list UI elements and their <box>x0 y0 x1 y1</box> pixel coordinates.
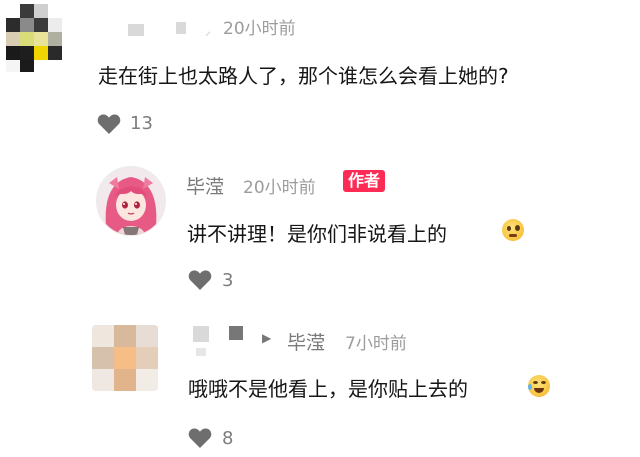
username-placeholder <box>196 348 206 356</box>
blurred-avatar-icon <box>92 325 158 391</box>
anime-girl-avatar-icon <box>97 167 165 235</box>
username-placeholder[interactable] <box>128 24 144 36</box>
author-avatar[interactable] <box>96 166 166 236</box>
woozy-face-icon <box>502 219 524 241</box>
username-placeholder[interactable] <box>229 326 243 340</box>
replier-avatar[interactable] <box>92 325 158 391</box>
reply-to-name[interactable]: 毕滢 <box>287 328 325 355</box>
comment-time: 7小时前 <box>345 334 407 354</box>
author-badge: 作者 <box>343 170 386 192</box>
username-placeholder[interactable] <box>193 326 209 342</box>
like-count: 13 <box>130 113 153 134</box>
laughing-face-icon <box>528 375 550 397</box>
comment-time: 20小时前 <box>223 19 296 39</box>
commenter-avatar[interactable] <box>6 4 62 72</box>
comment-text: 讲不讲理！是你们非说看上的 <box>187 222 447 246</box>
like-heart-icon[interactable] <box>188 427 212 449</box>
separator-mark: ⸝ <box>205 24 212 38</box>
author-name[interactable]: 毕滢 <box>186 172 224 199</box>
like-count: 8 <box>222 428 234 449</box>
like-count: 3 <box>222 270 234 291</box>
username-placeholder[interactable] <box>176 22 186 34</box>
comment-text: 哦哦不是他看上，是你贴上去的 <box>188 377 468 401</box>
like-heart-icon[interactable] <box>188 269 212 291</box>
comment-text: 走在街上也太路人了，那个谁怎么会看上她的? <box>98 64 509 88</box>
reply-arrow-icon: ▶ <box>262 331 272 345</box>
comment-time: 20小时前 <box>243 178 316 198</box>
like-heart-icon[interactable] <box>97 113 121 135</box>
